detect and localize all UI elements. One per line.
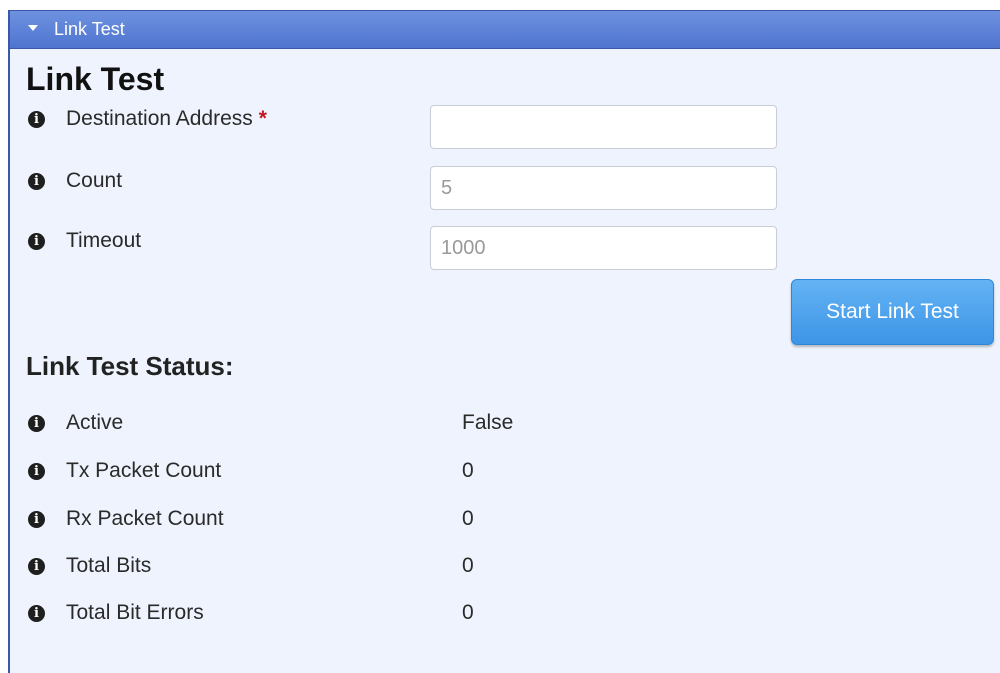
caret-down-icon[interactable] [28,25,38,31]
count-input[interactable] [430,166,777,210]
status-label: Active [66,411,124,434]
page-title: Link Test [26,61,165,97]
status-label: Rx Packet Count [66,507,224,530]
info-icon[interactable]: i [28,173,45,190]
required-marker: * [258,107,267,130]
status-label: Total Bit Errors [66,601,204,624]
status-row-total-bit-errors: i Total Bit Errors 0 [28,601,988,631]
status-value: 0 [462,507,474,530]
status-row-tx-packet-count: i Tx Packet Count 0 [28,459,988,489]
info-icon[interactable]: i [28,233,45,250]
timeout-input[interactable] [430,226,777,270]
link-test-panel: Link Test Link Test i Destination Addres… [8,10,1000,673]
info-icon[interactable]: i [28,605,45,622]
panel-header[interactable]: Link Test [10,11,1000,49]
info-icon[interactable]: i [28,415,45,432]
destination-address-label-text: Destination Address [66,107,253,130]
timeout-label: Timeout [66,229,142,252]
info-icon[interactable]: i [28,558,45,575]
status-value: 0 [462,601,474,624]
status-row-total-bits: i Total Bits 0 [28,554,988,584]
status-value: 0 [462,554,474,577]
count-label: Count [66,169,123,192]
destination-address-label: Destination Address * [66,107,267,131]
panel-header-title: Link Test [54,19,125,39]
status-label: Total Bits [66,554,152,577]
status-value: False [462,411,514,434]
info-icon[interactable]: i [28,111,45,128]
status-label: Tx Packet Count [66,459,222,482]
info-icon[interactable]: i [28,511,45,528]
status-row-rx-packet-count: i Rx Packet Count 0 [28,507,988,537]
status-value: 0 [462,459,474,482]
status-row-active: i Active False [28,411,988,441]
destination-address-input[interactable] [430,105,777,149]
start-link-test-button[interactable]: Start Link Test [791,279,994,345]
link-test-status-heading: Link Test Status: [26,351,234,381]
info-icon[interactable]: i [28,463,45,480]
